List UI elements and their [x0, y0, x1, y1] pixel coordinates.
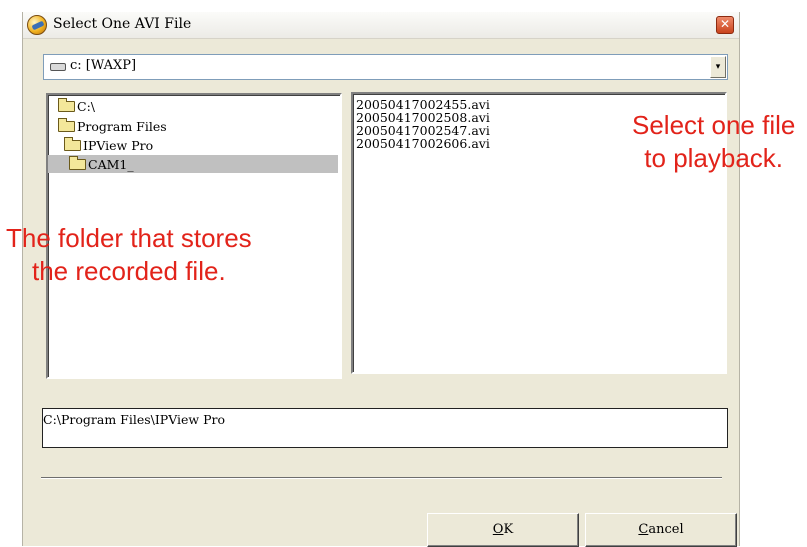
folder-item-label: Program Files [77, 118, 167, 134]
folder-item-cam1[interactable]: CAM1_ [48, 155, 338, 173]
cancel-button[interactable]: Cancel [585, 513, 737, 547]
ok-accelerator: O [492, 522, 504, 537]
cancel-label-rest: ancel [648, 522, 684, 537]
drive-dropdown-button[interactable]: ▾ [710, 56, 726, 78]
folder-open-icon [69, 155, 86, 170]
folder-item-label: C:\ [77, 98, 95, 114]
file-item[interactable]: 20050417002606.avi [356, 137, 490, 150]
folder-item-label: CAM1_ [88, 156, 134, 172]
annotation-select-file: Select one file to playback. [632, 109, 795, 175]
annotation-line: Select one file [632, 110, 796, 140]
divider [41, 477, 722, 479]
annotation-folder: The folder that stores the recorded file… [6, 222, 252, 288]
ok-button[interactable]: OK [427, 513, 579, 547]
ok-label-rest: K [503, 522, 514, 537]
annotation-line: the recorded file. [32, 256, 226, 286]
title-bar: Select One AVI File ✕ [23, 12, 739, 39]
path-text: C:\Program Files\IPView Pro [43, 412, 225, 427]
drive-select[interactable]: c: [WAXP] ▾ [43, 54, 728, 80]
folder-open-icon [64, 136, 81, 151]
drive-icon [50, 63, 66, 71]
dialog-title: Select One AVI File [53, 16, 192, 32]
folder-item-label: IPView Pro [83, 137, 154, 153]
close-button[interactable]: ✕ [716, 16, 734, 34]
annotation-line: The folder that stores [6, 223, 252, 253]
folder-item-ipview-pro[interactable]: IPView Pro [64, 136, 153, 154]
annotation-line: to playback. [644, 143, 784, 173]
folder-item-c-drive[interactable]: C:\ [58, 97, 95, 115]
path-field[interactable]: C:\Program Files\IPView Pro [42, 408, 728, 448]
folder-open-icon [58, 97, 75, 112]
folder-item-program-files[interactable]: Program Files [58, 117, 167, 135]
app-icon [27, 15, 47, 35]
folder-open-icon [58, 117, 75, 132]
drive-select-value: c: [WAXP] [70, 58, 137, 73]
cancel-accelerator: C [638, 522, 649, 537]
